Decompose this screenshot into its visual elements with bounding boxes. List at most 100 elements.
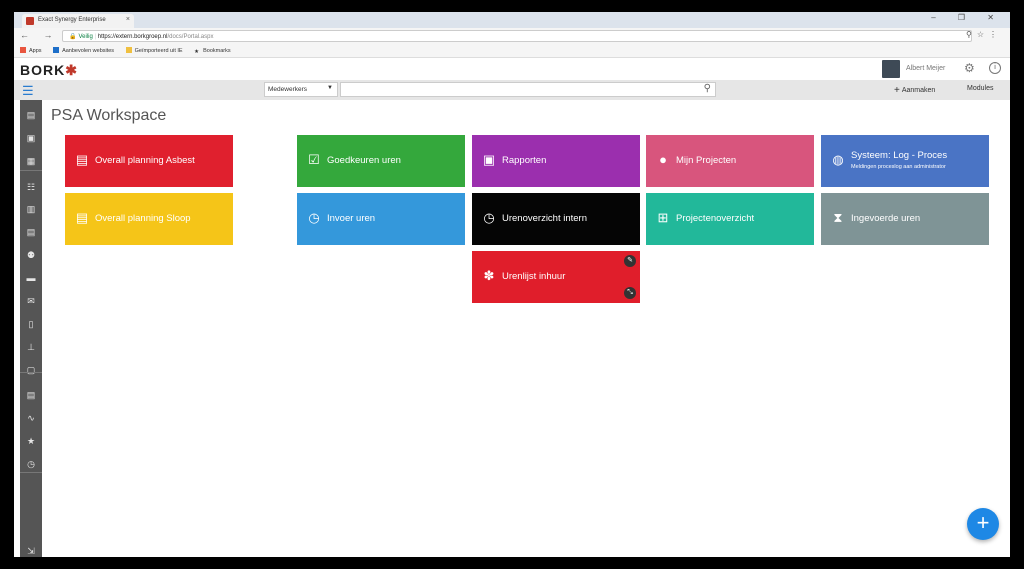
toolbar: ☰ Medewerkers ▼ ⚲ + Aanmaken Modules [14, 80, 1010, 100]
bookmark-bookmarks[interactable]: ★ Bookmarks [194, 48, 231, 55]
tile-label: Overall planning Asbest [95, 155, 195, 166]
tile-label: Ingevoerde uren [851, 213, 921, 224]
logo-mark-icon: ✱ [65, 62, 78, 78]
sidebar-list-icon[interactable]: ▤ [20, 104, 42, 126]
tile-sublabel: Meldingen proceslog aan administrator [851, 164, 946, 170]
tile-systeem-log-proces[interactable]: ◍ Systeem: Log - Proces Meldingen proceslo… [821, 135, 989, 187]
logo[interactable]: BORK✱ [20, 62, 78, 79]
edit-icon[interactable]: ✎ [624, 255, 636, 267]
sidebar-collapse-icon[interactable]: ⇲ [20, 540, 42, 557]
menu-icon[interactable]: ⋮ [989, 30, 1002, 39]
sidebar-star-icon[interactable]: ★ [20, 430, 42, 452]
gear-icon[interactable]: ⚙ [964, 61, 975, 75]
favicon-icon [26, 17, 34, 25]
folder-icon [125, 47, 132, 53]
url-path: /docs/Portal.aspx [167, 34, 214, 40]
sidebar: ▤ ▣ ▦ ☷ ▥ ▤ ⚉ ▬ ✉ ▯ ⊥ ▢ ▤ ∿ ★ ◷ ⇲ [20, 100, 42, 557]
tile-mijn-projecten[interactable]: ● Mijn Projecten [646, 135, 814, 187]
tile-label: Goedkeuren uren [327, 155, 401, 166]
bookmark-geimporteerd[interactable]: Geïmporteerd uit IE [125, 47, 183, 54]
sidebar-grid-icon[interactable]: ▦ [20, 150, 42, 172]
page-title: PSA Workspace [51, 107, 167, 124]
address-bar: ← → C 🔒 Veilig | https://extern.borkgroep… [14, 28, 1010, 44]
approve-hours-icon: ☑ [308, 152, 320, 167]
sidebar-card-icon[interactable]: ▬ [20, 267, 42, 289]
plus-icon: + [894, 85, 900, 96]
search-icon[interactable]: ⚲ [704, 83, 711, 94]
sidebar-divider [20, 170, 42, 171]
globe-icon: ◍ [832, 152, 844, 167]
address-icons[interactable]: ⚲☆⋮ [966, 30, 1002, 39]
browser-window: Exact Synergy Enterprise × – ❐ ✕ ← → C 🔒… [14, 12, 1010, 557]
sidebar-divider [20, 372, 42, 373]
tile-goedkeuren-uren[interactable]: ☑ Goedkeuren uren [297, 135, 465, 187]
tile-invoer-uren[interactable]: ◷ Invoer uren [297, 193, 465, 245]
sidebar-report-icon[interactable]: ▤ [20, 384, 42, 406]
resize-icon[interactable]: ⤡ [624, 287, 636, 299]
sidebar-calendar-icon[interactable]: ▥ [20, 198, 42, 220]
bookmarks-bar: Apps Aanbevolen websites Geïmporteerd ui… [14, 44, 1010, 58]
clock-icon: ◷ [483, 210, 495, 225]
tile-rapporten[interactable]: ▣ Rapporten [472, 135, 640, 187]
window-controls[interactable]: – ❐ ✕ [931, 13, 1004, 22]
tile-label: Invoer uren [327, 213, 376, 224]
tile-label: Urenoverzicht intern [502, 213, 588, 224]
reports-icon: ▣ [482, 152, 496, 167]
tile-projectenoverzicht[interactable]: ⊞ Projectenoverzicht [646, 193, 814, 245]
sidebar-book-icon[interactable]: ▯ [20, 313, 42, 335]
sidebar-mail-icon[interactable]: ✉ [20, 290, 42, 312]
hamburger-menu-icon[interactable]: ☰ [22, 83, 34, 99]
zoom-icon[interactable]: ⚲ [966, 30, 977, 39]
browser-tab[interactable]: Exact Synergy Enterprise × [22, 14, 134, 28]
logo-text: BORK [20, 62, 66, 78]
tab-title: Exact Synergy Enterprise [38, 17, 106, 23]
info-icon[interactable]: i [989, 62, 1001, 74]
tile-overall-planning-asbest[interactable]: ▤ Overall planning Asbest [65, 135, 233, 187]
tile-ingevoerde-uren[interactable]: ⧗ Ingevoerde uren [821, 193, 989, 245]
add-button[interactable]: + [967, 508, 999, 540]
tile-label: Urenlijst inhuur [502, 271, 566, 282]
sidebar-box-icon[interactable]: ▢ [20, 359, 42, 381]
sidebar-people-icon[interactable]: ⚉ [20, 244, 42, 266]
hourglass-icon: ⧗ [833, 210, 843, 225]
tile-label: Systeem: Log - Proces [851, 150, 948, 161]
modules-button[interactable]: Modules [967, 85, 993, 92]
user-name[interactable]: Albert Meijer [906, 65, 945, 72]
sidebar-dashboard-icon[interactable]: ▣ [20, 127, 42, 149]
sidebar-tasks-icon[interactable]: ☷ [20, 176, 42, 198]
sidebar-divider [20, 472, 42, 473]
secure-label: Veilig [78, 34, 93, 40]
lock-icon: 🔒 [69, 34, 77, 40]
search-scope-value: Medewerkers [268, 86, 308, 93]
tile-urenoverzicht-intern[interactable]: ◷ Urenoverzicht intern [472, 193, 640, 245]
bookmark-apps[interactable]: Apps [20, 47, 42, 54]
caret-down-icon: ▼ [327, 85, 333, 91]
tile-overall-planning-sloop[interactable]: ▤ Overall planning Sloop [65, 193, 233, 245]
tile-label: Projectenoverzicht [676, 213, 755, 224]
url-field[interactable]: 🔒 Veilig | https://extern.borkgroep.nl/do… [62, 30, 972, 42]
hierarchy-icon: ⊞ [657, 210, 669, 225]
search-scope-select[interactable]: Medewerkers ▼ [264, 82, 338, 97]
url-host: https://extern.borkgroep.nl [97, 34, 168, 40]
create-button[interactable]: + Aanmaken [894, 85, 935, 96]
tile-urenlijst-inhuur[interactable]: ✽ Urenlijst inhuur ✎ ⤡ [472, 251, 640, 303]
tab-bar: Exact Synergy Enterprise × – ❐ ✕ [14, 12, 1010, 28]
sidebar-document-icon[interactable]: ▤ [20, 221, 42, 243]
create-label: Aanmaken [901, 87, 936, 94]
star-icon[interactable]: ☆ [977, 30, 989, 39]
bookmark-aanbevolen[interactable]: Aanbevolen websites [53, 47, 114, 54]
bing-icon [53, 47, 60, 53]
tile-label: Overall planning Sloop [95, 213, 191, 224]
avatar[interactable] [882, 60, 900, 78]
people-icon: ✽ [483, 268, 495, 283]
tile-label: Rapporten [502, 155, 547, 166]
search-input[interactable]: ⚲ [340, 82, 716, 97]
person-icon: ● [659, 152, 667, 167]
tab-close-icon[interactable]: × [126, 16, 130, 23]
app-header: BORK✱ Albert Meijer ⚙ i [14, 58, 1010, 80]
star-icon: ★ [194, 49, 200, 55]
sidebar-hierarchy-icon[interactable]: ⊥ [20, 336, 42, 358]
apps-icon [20, 47, 26, 53]
hours-entry-icon: ◷ [308, 210, 320, 225]
sidebar-chart-icon[interactable]: ∿ [20, 407, 42, 429]
